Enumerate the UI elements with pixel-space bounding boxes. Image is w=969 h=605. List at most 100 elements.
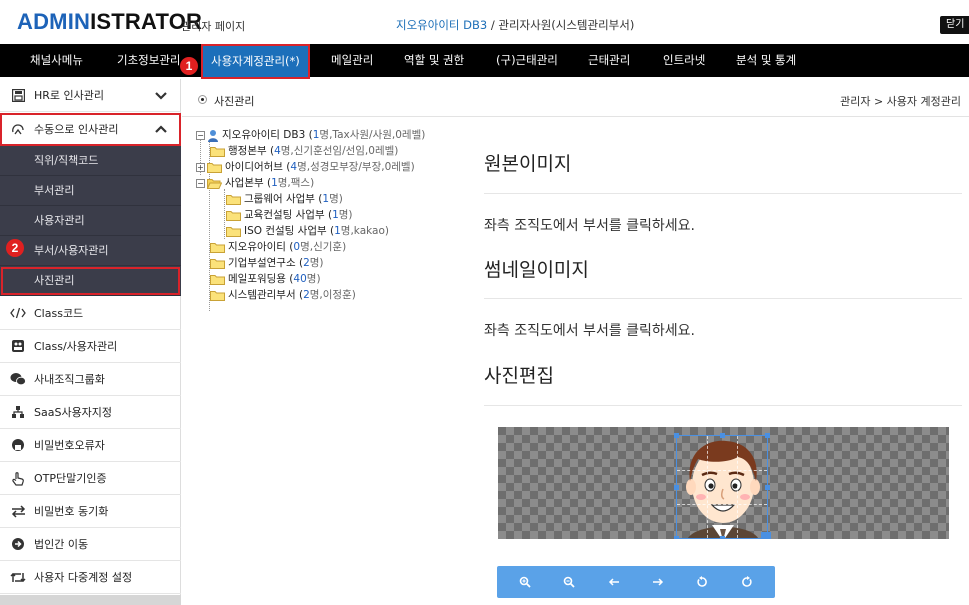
sidebar-sub-position-code[interactable]: 직위/직책코드 (0, 146, 181, 176)
crop-handle[interactable] (720, 536, 725, 539)
sidebar-item-label: Class코드 (34, 307, 84, 320)
sidebar-item-saas[interactable]: SaaS사용자지정 (0, 396, 181, 429)
tree-node[interactable]: + 아이디어허브 (4 명,성경모부장/부장,0레벨) (196, 159, 415, 175)
chevron-up-icon[interactable] (153, 121, 169, 137)
sidebar-item-label: Class/사용자관리 (34, 340, 118, 353)
move-right-button[interactable] (648, 572, 668, 592)
zoom-out-icon (564, 576, 576, 588)
divider (484, 193, 962, 194)
sidebar-item-class-code[interactable]: Class코드 (0, 297, 181, 330)
sidebar-item-label: HR로 인사관리 (34, 89, 105, 102)
menu-attendance[interactable]: 근태관리 (588, 44, 630, 77)
page-header: 사진관리 관리자 > 사용자 계정관리 (182, 79, 969, 117)
logo: ADMINISTRATOR (17, 9, 202, 35)
retweet-icon (10, 569, 26, 585)
tree-node[interactable]: − 사업본부 (1 명,팩스) (196, 175, 314, 191)
step-badge-1: 1 (180, 57, 198, 75)
original-image-message: 좌측 조직도에서 부서를 클릭하세요. (484, 218, 695, 234)
close-button[interactable]: 닫기 (940, 16, 969, 34)
divider (484, 405, 962, 406)
org-path: 지오유아이티 DB3 / 관리자사원(시스템관리부서) (396, 17, 634, 33)
folder-open-icon (206, 178, 223, 189)
sidebar-sub-photo[interactable]: 사진관리 (0, 266, 181, 296)
sidebar-item-corp-move[interactable]: 법인간 이동 (0, 528, 181, 561)
app-root: ADMINISTRATOR 관리자 페이지 지오유아이티 DB3 / 관리자사원… (0, 0, 969, 605)
exchange-icon (10, 503, 26, 519)
sidebar-item-org-group[interactable]: 사내조직그룹화 (0, 363, 181, 396)
folder-icon (210, 146, 225, 157)
rotate-right-button[interactable] (737, 572, 757, 592)
tree-node[interactable]: 지오유아이티 (0 명,신기훈) (210, 239, 346, 255)
arrow-left-icon (608, 578, 619, 586)
sitemap-icon (10, 404, 26, 420)
thumbnail-image-title: 썸네일이미지 (484, 259, 589, 281)
crop-handle[interactable] (765, 485, 770, 490)
crop-handle[interactable] (720, 433, 725, 438)
sidebar-item-password-error[interactable]: 비밀번호오류자 (0, 429, 181, 462)
sidebar-sub-dept-user[interactable]: 부서/사용자관리 (0, 236, 181, 266)
crop-box[interactable] (674, 433, 771, 539)
folder-icon (226, 210, 241, 221)
sidebar-item-password-sync[interactable]: 비밀번호 동기화 (0, 495, 181, 528)
sidebar-item-hr[interactable]: HR로 인사관리 (0, 79, 181, 112)
sidebar-item-multi-account[interactable]: 사용자 다중계정 설정 (0, 561, 181, 594)
logo-subtitle: 관리자 페이지 (181, 20, 246, 33)
divider (484, 298, 962, 299)
menu-basic-info[interactable]: 기초정보관리 (117, 44, 180, 77)
menu-old-attendance[interactable]: (구)근태관리 (496, 44, 558, 77)
title-bullet-icon (198, 95, 207, 104)
move-left-button[interactable] (604, 572, 624, 592)
rotate-left-button[interactable] (692, 572, 712, 592)
manual-hr-icon (10, 121, 26, 137)
menu-channel[interactable]: 채널사메뉴 (30, 44, 83, 77)
tree-node[interactable]: 행정본부 (4 명,신기훈선임/선임,0레벨) (210, 143, 398, 159)
crop-handle[interactable] (765, 433, 770, 438)
crop-handle[interactable] (761, 532, 771, 539)
tree-node[interactable]: 기업부설연구소 (2 명) (210, 255, 324, 271)
org-user: 관리자사원(시스템관리부서) (498, 18, 635, 32)
tree-node[interactable]: 메일포워딩용 (40 명) (210, 271, 321, 287)
sidebar-item-class-user[interactable]: Class/사용자관리 (0, 330, 181, 363)
page-title: 사진관리 (214, 95, 255, 108)
sidebar-item-otp[interactable]: OTP단말기인증 (0, 462, 181, 495)
menu-analytics[interactable]: 분석 및 통계 (736, 44, 796, 77)
tree-node[interactable]: 그룹웨어 사업부 (1 명) (226, 191, 343, 207)
zoom-out-button[interactable] (559, 572, 579, 592)
menu-mail[interactable]: 메일관리 (331, 44, 373, 77)
top-header: ADMINISTRATOR 관리자 페이지 지오유아이티 DB3 / 관리자사원… (0, 0, 969, 44)
folder-icon (210, 258, 225, 269)
menu-intranet[interactable]: 인트라넷 (663, 44, 705, 77)
crop-handle[interactable] (674, 536, 679, 539)
editor-toolbar (497, 566, 775, 598)
chevron-down-icon[interactable] (153, 87, 169, 103)
sidebar-sub-department[interactable]: 부서관리 (0, 176, 181, 206)
thumbnail-image-message: 좌측 조직도에서 부서를 클릭하세요. (484, 323, 695, 339)
content-area: 사진관리 관리자 > 사용자 계정관리 − 지오유아이티 DB3 (1 명,Tax… (182, 79, 969, 605)
folder-icon (210, 274, 225, 285)
class-user-icon (10, 338, 26, 354)
breadcrumb: 관리자 > 사용자 계정관리 (840, 95, 961, 108)
tree-node[interactable]: 교육컨설팅 사업부 (1 명) (226, 207, 353, 223)
folder-icon (226, 226, 241, 237)
original-image-title: 원본이미지 (484, 153, 572, 175)
menu-user-account[interactable]: 사용자계정관리(*) (201, 44, 310, 79)
tree-node[interactable]: ISO 컨설팅 사업부 (1 명,kakao) (226, 223, 389, 239)
image-editor-canvas[interactable] (498, 427, 949, 539)
sidebar: HR로 인사관리 수동으로 인사관리 직위/직책코드 부서관리 사용자관리 부서… (0, 79, 181, 605)
code-icon (10, 305, 26, 321)
org-name-link[interactable]: 지오유아이티 DB3 (396, 18, 487, 32)
zoom-in-button[interactable] (515, 572, 535, 592)
sidebar-item-manual-hr[interactable]: 수동으로 인사관리 (0, 113, 181, 146)
crop-handle[interactable] (674, 485, 679, 490)
collapse-icon[interactable]: − (196, 130, 205, 140)
rotate-right-icon (741, 576, 752, 587)
menu-roles[interactable]: 역할 및 권한 (404, 44, 464, 77)
collapse-icon[interactable]: − (196, 178, 205, 188)
folder-icon (226, 194, 241, 205)
tree-node[interactable]: 시스템관리부서 (2 명,이정훈) (210, 287, 356, 303)
tree-root[interactable]: − 지오유아이티 DB3 (1 명,Tax사원/사원,0레벨) (196, 127, 425, 143)
expand-icon[interactable]: + (196, 162, 205, 172)
crop-handle[interactable] (674, 433, 679, 438)
sidebar-sub-user[interactable]: 사용자관리 (0, 206, 181, 236)
rotate-left-icon (697, 576, 708, 587)
